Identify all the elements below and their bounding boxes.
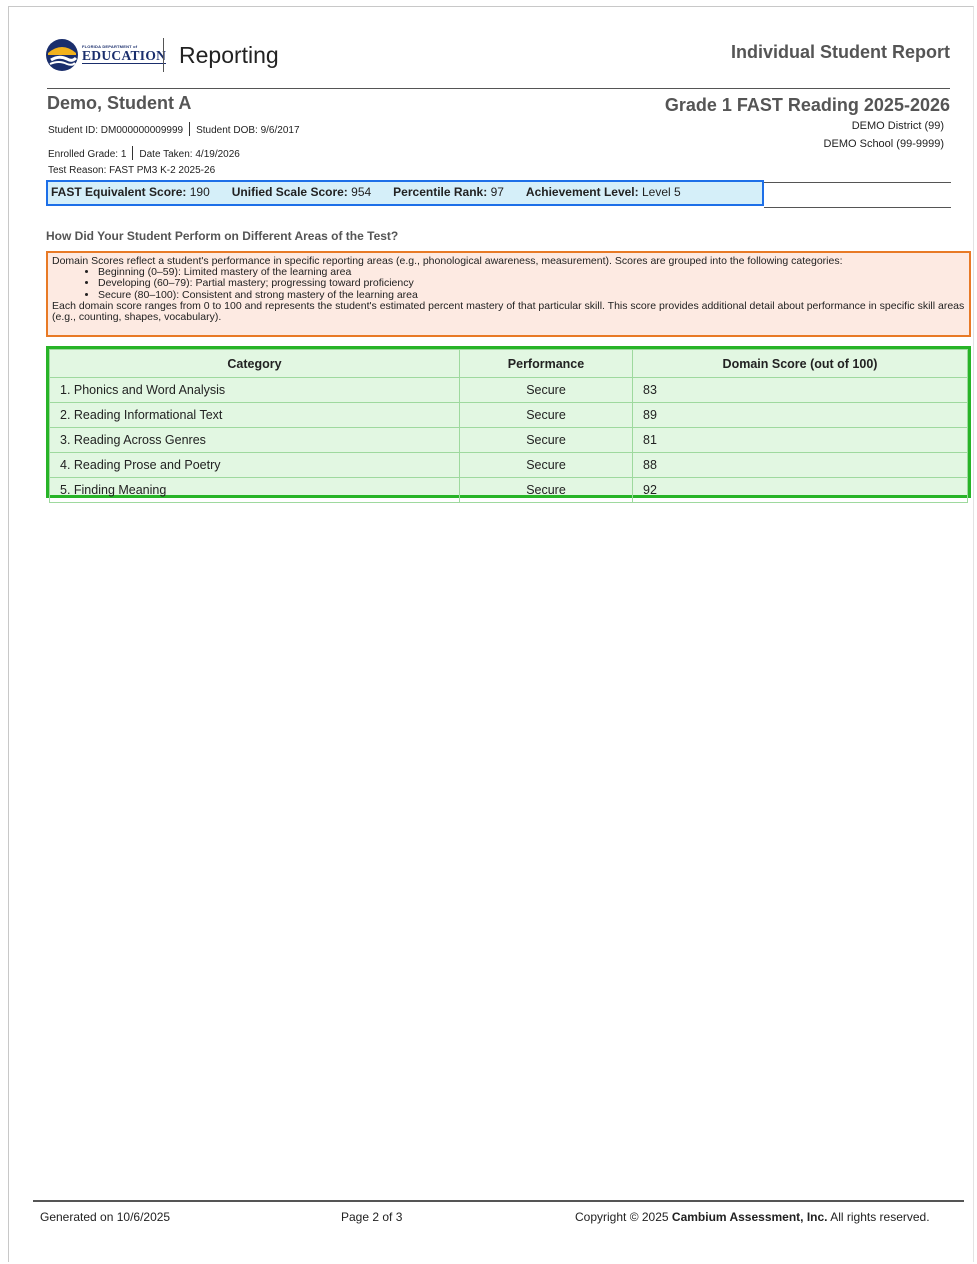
achievement-label: Achievement Level: — [525, 185, 639, 199]
domain-info-box: Domain Scores reflect a student's perfor… — [46, 251, 971, 337]
table-row: 5. Finding Meaning Secure 92 — [49, 477, 968, 503]
copyright-company: Cambium Assessment, Inc. — [671, 1210, 828, 1224]
list-item: Developing (60–79): Partial mastery; pro… — [98, 278, 965, 289]
column-header-score: Domain Score (out of 100) — [632, 349, 968, 378]
student-id: Student ID: DM000000009999 — [48, 125, 184, 136]
date-taken: Date Taken: 4/19/2026 — [139, 149, 240, 160]
table-header-row: Category Performance Domain Score (out o… — [49, 349, 968, 378]
category-cell: 1. Phonics and Word Analysis — [49, 377, 460, 403]
student-dob: Student DOB: 9/6/2017 — [196, 125, 300, 136]
category-cell: 4. Reading Prose and Poetry — [49, 452, 460, 478]
domain-outro: Each domain score ranges from 0 to 100 a… — [52, 299, 965, 324]
score-cell: 88 — [632, 452, 968, 478]
column-header-performance: Performance — [459, 349, 633, 378]
score-cell: 92 — [632, 477, 968, 503]
page-number: Page 2 of 3 — [341, 1210, 403, 1224]
table-row: 1. Phonics and Word Analysis Secure 83 — [49, 377, 968, 403]
copyright-prefix: Copyright © 2025 — [575, 1210, 672, 1224]
unified-score-label: Unified Scale Score: — [231, 185, 348, 199]
category-cell: 2. Reading Informational Text — [49, 402, 460, 428]
score-cell: 83 — [632, 377, 968, 403]
column-header-category: Category — [49, 349, 460, 378]
test-title: Grade 1 FAST Reading 2025-2026 — [664, 95, 950, 115]
logo-divider — [163, 38, 164, 72]
score-cell: 81 — [632, 427, 968, 453]
district-name: DEMO District (99) — [851, 120, 944, 132]
domain-category-list: Beginning (0–59): Limited mastery of the… — [52, 266, 965, 301]
separator — [132, 146, 134, 160]
separator — [189, 122, 191, 136]
performance-cell: Secure — [459, 477, 633, 503]
fast-score-label: FAST Equivalent Score: — [51, 185, 187, 199]
score-divider-bottom — [764, 207, 951, 208]
performance-cell: Secure — [459, 427, 633, 453]
enrollment-line: Enrolled Grade: 1 Date Taken: 4/19/2026 — [48, 146, 240, 160]
section-heading: How Did Your Student Perform on Differen… — [46, 229, 399, 243]
test-reason: Test Reason: FAST PM3 K-2 2025-26 — [48, 165, 216, 176]
achievement-value: Level 5 — [641, 185, 681, 199]
report-title: Individual Student Report — [731, 42, 950, 62]
performance-cell: Secure — [459, 377, 633, 403]
logo-education-text: EDUCATION — [82, 48, 167, 64]
generated-date: Generated on 10/6/2025 — [40, 1210, 171, 1224]
domain-score-table: Category Performance Domain Score (out o… — [46, 346, 971, 503]
percentile-label: Percentile Rank: — [393, 185, 488, 199]
unified-score-value: 954 — [351, 185, 372, 199]
performance-cell: Secure — [459, 452, 633, 478]
student-id-line: Student ID: DM000000009999 Student DOB: 9… — [48, 122, 300, 136]
fast-score-value: 190 — [189, 185, 210, 199]
app-title: Reporting — [179, 42, 279, 68]
performance-cell: Secure — [459, 402, 633, 428]
copyright-suffix: All rights reserved. — [827, 1210, 930, 1224]
school-name: DEMO School (99-9999) — [823, 138, 944, 150]
table-row: 2. Reading Informational Text Secure 89 — [49, 402, 968, 428]
header-divider — [47, 88, 950, 89]
score-cell: 89 — [632, 402, 968, 428]
florida-seal-icon — [46, 39, 78, 71]
footer-divider — [33, 1200, 964, 1202]
enrolled-grade: Enrolled Grade: 1 — [48, 149, 127, 160]
fldoe-logo: FLORIDA DEPARTMENT of EDUCATION — [45, 38, 167, 74]
score-divider-top — [764, 182, 951, 183]
table-row: 4. Reading Prose and Poetry Secure 88 — [49, 452, 968, 478]
table-row: 3. Reading Across Genres Secure 81 — [49, 427, 968, 453]
student-name: Demo, Student A — [47, 93, 192, 113]
score-summary: FAST Equivalent Score: 190 Unified Scale … — [46, 180, 764, 206]
copyright: Copyright © 2025 Cambium Assessment, Inc… — [575, 1210, 930, 1224]
category-cell: 5. Finding Meaning — [49, 477, 460, 503]
percentile-value: 97 — [490, 185, 504, 199]
category-cell: 3. Reading Across Genres — [49, 427, 460, 453]
